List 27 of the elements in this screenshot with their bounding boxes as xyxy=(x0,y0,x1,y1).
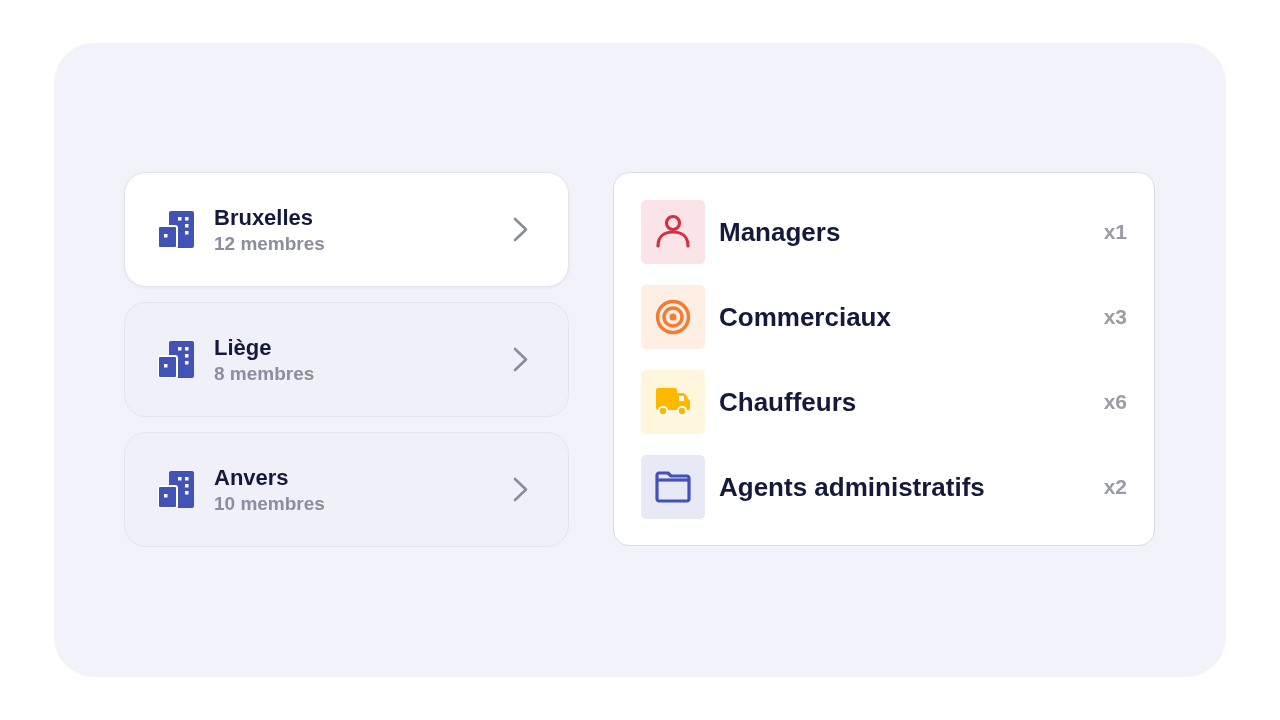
city-name: Bruxelles xyxy=(214,203,315,232)
truck-icon xyxy=(641,370,705,434)
target-icon xyxy=(641,285,705,349)
chevron-right-icon xyxy=(513,477,528,502)
city-card[interactable]: Anvers 10 membres xyxy=(124,432,569,547)
role-name: Chauffeurs xyxy=(719,386,858,418)
folder-icon xyxy=(641,455,705,519)
role-count: x3 xyxy=(1103,304,1127,330)
member-count: 8 membres xyxy=(214,361,316,386)
chevron-right-icon xyxy=(513,347,528,372)
city-card[interactable]: Liège 8 membres xyxy=(124,302,569,417)
role-name: Agents administratifs xyxy=(719,471,986,503)
role-name: Managers xyxy=(719,216,842,248)
city-name: Liège xyxy=(214,333,273,362)
building-icon xyxy=(158,471,194,508)
role-count: x6 xyxy=(1103,389,1127,415)
building-icon xyxy=(158,341,194,378)
role-count: x1 xyxy=(1103,219,1127,245)
city-card[interactable]: Bruxelles 12 membres xyxy=(124,172,569,287)
role-name: Commerciaux xyxy=(719,301,892,333)
chevron-right-icon xyxy=(513,217,528,242)
person-icon xyxy=(641,200,705,264)
role-count: x2 xyxy=(1103,474,1127,500)
city-name: Anvers xyxy=(214,463,290,492)
member-count: 10 membres xyxy=(214,491,326,516)
member-count: 12 membres xyxy=(214,231,326,256)
building-icon xyxy=(158,211,194,248)
